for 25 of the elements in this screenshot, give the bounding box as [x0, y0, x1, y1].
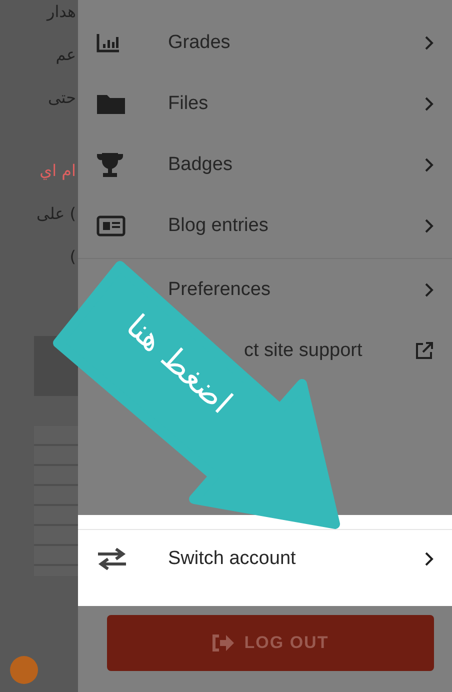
menu-item[interactable]: ct site support [244, 340, 362, 362]
folder-icon [96, 92, 126, 114]
logout-icon [212, 634, 234, 652]
swap-arrows-icon [96, 548, 128, 570]
page-text: ام اي [40, 161, 76, 180]
trophy-icon [96, 152, 124, 178]
chevron-right-icon[interactable] [424, 34, 434, 50]
chevron-right-icon[interactable] [424, 96, 434, 112]
newspaper-icon [96, 214, 126, 236]
menu-item[interactable]: Preferences [168, 278, 270, 300]
menu-item[interactable]: Badges [168, 154, 232, 176]
logout-button[interactable]: LOG OUT [107, 615, 434, 671]
switch-account-item[interactable]: Switch account [78, 515, 452, 606]
chevron-right-icon[interactable] [424, 282, 434, 298]
menu-item[interactable]: Files [168, 92, 208, 114]
chevron-right-icon [424, 551, 434, 567]
chevron-right-icon[interactable] [424, 156, 434, 172]
page-text: ( [70, 247, 76, 266]
external-link-icon[interactable] [414, 340, 434, 360]
menu-item[interactable]: Grades [168, 32, 230, 54]
bar-chart-icon [96, 32, 120, 52]
app-badge-icon [10, 656, 38, 684]
chevron-right-icon[interactable] [424, 218, 434, 234]
menu-item[interactable]: Blog entries [168, 214, 268, 236]
annotation-text: اضغط هنا [118, 306, 240, 421]
